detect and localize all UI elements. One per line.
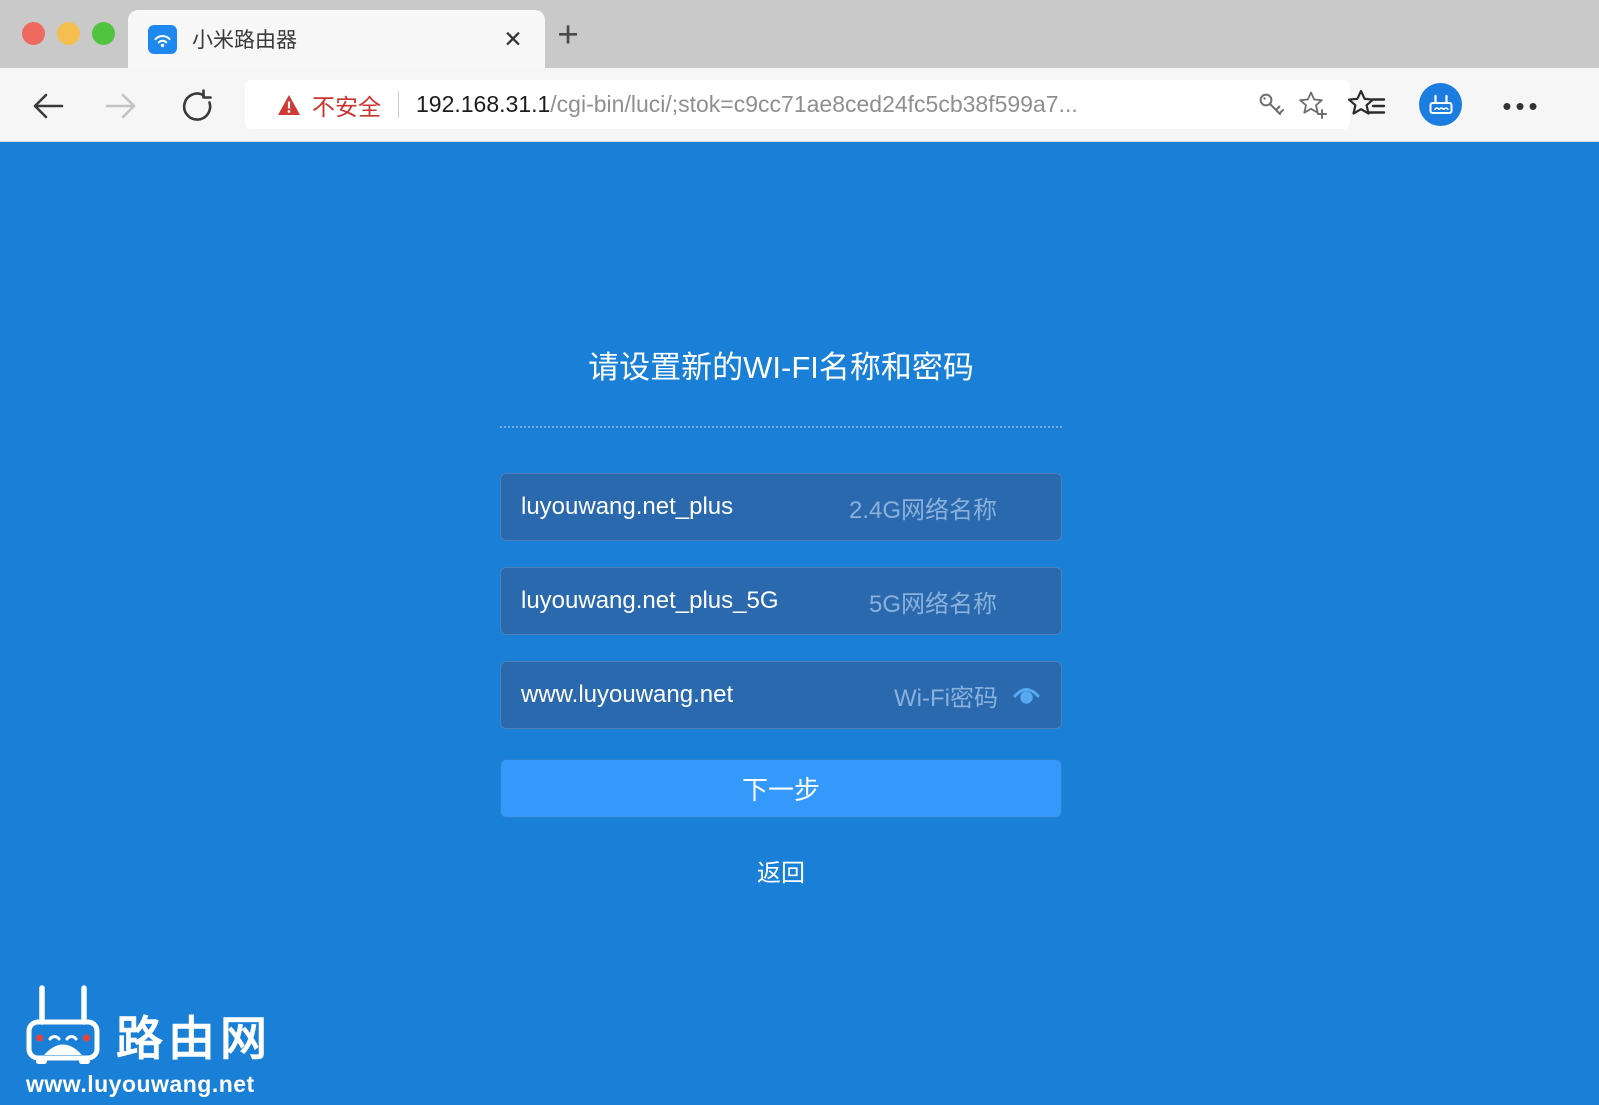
add-favorite-button[interactable]: [1292, 84, 1334, 126]
tab-close-icon[interactable]: ✕: [493, 19, 533, 59]
next-step-button[interactable]: 下一步: [500, 759, 1062, 818]
browser-tab[interactable]: 小米路由器 ✕: [128, 10, 545, 68]
logo-url-text: www.luyouwang.net: [26, 1071, 272, 1098]
tab-bar: 小米路由器 ✕ +: [0, 0, 1599, 68]
back-button[interactable]: [28, 86, 68, 126]
refresh-button[interactable]: [177, 86, 217, 126]
wifi-24g-name-input[interactable]: [521, 493, 849, 521]
page-title: 请设置新的WI-FI名称和密码: [500, 342, 1062, 387]
luyouwang-logo: 路由网 www.luyouwang.net: [26, 980, 272, 1098]
router-profile-avatar[interactable]: [1419, 83, 1462, 126]
urlbar-divider: [398, 91, 399, 118]
new-tab-button[interactable]: +: [545, 12, 591, 58]
url-path: /cgi-bin/luci/;stok=c9cc71ae8ced24fc5cb3…: [550, 91, 1077, 117]
wifi-favicon-icon: [148, 25, 177, 54]
eye-icon: [1012, 684, 1041, 706]
warning-triangle-icon: [277, 94, 301, 116]
forward-arrow-icon: [104, 91, 138, 121]
favorites-hub-button[interactable]: [1344, 84, 1389, 128]
window-minimize-button[interactable]: [57, 22, 80, 45]
wifi-24g-name-field[interactable]: 2.4G网络名称: [500, 473, 1062, 541]
window-zoom-button[interactable]: [92, 22, 115, 45]
wifi-password-field[interactable]: Wi-Fi密码: [500, 661, 1062, 729]
wifi-5g-name-field[interactable]: 5G网络名称: [500, 567, 1062, 635]
security-warning-label[interactable]: 不安全: [312, 88, 381, 122]
password-key-button[interactable]: [1250, 84, 1292, 126]
router-setup-page: 请设置新的WI-FI名称和密码 2.4G网络名称 5G网络名称 Wi-Fi密码 …: [0, 142, 1599, 1105]
wifi-5g-name-label: 5G网络名称: [869, 584, 997, 619]
favorites-hub-icon: [1347, 89, 1387, 123]
router-avatar-icon: [1427, 91, 1455, 119]
logo-brand-text: 路由网: [116, 1015, 272, 1068]
show-password-toggle[interactable]: [1012, 684, 1041, 706]
wifi-5g-name-input[interactable]: [521, 587, 869, 615]
wifi-password-input[interactable]: [521, 681, 894, 709]
window-close-button[interactable]: [22, 22, 45, 45]
more-options-button[interactable]: •••: [1494, 86, 1550, 126]
refresh-icon: [180, 89, 214, 123]
back-arrow-icon: [31, 91, 65, 121]
wifi-24g-name-label: 2.4G网络名称: [849, 490, 997, 525]
url-text[interactable]: 192.168.31.1/cgi-bin/luci/;stok=c9cc71ae…: [416, 91, 1078, 118]
router-mascot-icon: [26, 980, 104, 1068]
back-link[interactable]: 返回: [500, 853, 1062, 888]
dotted-divider: [500, 426, 1062, 428]
key-icon: [1257, 91, 1285, 119]
url-domain: 192.168.31.1: [416, 91, 550, 117]
tab-title: 小米路由器: [192, 24, 493, 54]
forward-button[interactable]: [101, 86, 141, 126]
browser-toolbar: 不安全 192.168.31.1/cgi-bin/luci/;stok=c9cc…: [0, 68, 1599, 142]
wifi-password-label: Wi-Fi密码: [894, 678, 998, 713]
star-plus-icon: [1298, 90, 1328, 120]
address-bar[interactable]: 不安全 192.168.31.1/cgi-bin/luci/;stok=c9cc…: [245, 80, 1350, 129]
